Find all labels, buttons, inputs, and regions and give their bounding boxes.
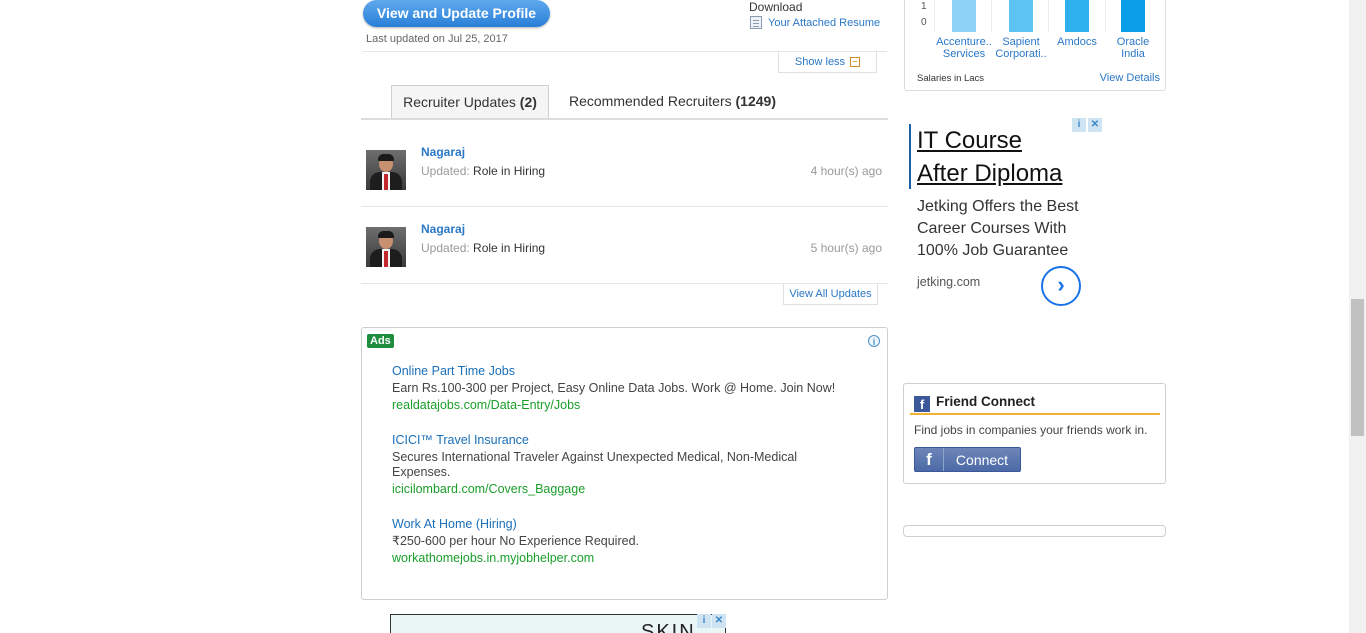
collapse-icon: − bbox=[850, 56, 861, 67]
ad-title-link[interactable]: Online Part Time Jobs bbox=[392, 364, 852, 378]
tab-count: (1249) bbox=[735, 93, 776, 109]
scrollbar[interactable] bbox=[1349, 0, 1366, 633]
ad-item: ICICI™ Travel Insurance Secures Internat… bbox=[392, 433, 852, 496]
ad-url-link[interactable]: realdatajobs.com/Data-Entry/Jobs bbox=[392, 398, 852, 412]
recruiter-name-link[interactable]: Nagaraj bbox=[421, 145, 465, 159]
ad-url-link[interactable]: icicilombard.com/Covers_Baggage bbox=[392, 482, 852, 496]
friend-connect-title: Friend Connect bbox=[936, 394, 1036, 409]
view-all-updates-button[interactable]: View All Updates bbox=[783, 284, 878, 305]
update-row: Nagaraj Updated: Role in Hiring 5 hour(s… bbox=[361, 208, 888, 284]
attached-resume-label: Your Attached Resume bbox=[768, 16, 881, 29]
tabs-underline bbox=[361, 118, 888, 120]
tab-recruiter-updates[interactable]: Recruiter Updates (2) bbox=[391, 85, 549, 118]
connect-label: Connect bbox=[955, 451, 1009, 468]
attached-resume-link[interactable]: Your Attached Resume bbox=[750, 16, 880, 29]
company-label-oracle[interactable]: Oracle India bbox=[1103, 36, 1163, 60]
ads-box: Ads i Online Part Time Jobs Earn Rs.100-… bbox=[361, 327, 888, 600]
ad-accent-bar bbox=[909, 124, 911, 189]
title-underline bbox=[910, 413, 1160, 415]
last-updated-text: Last updated on Jul 25, 2017 bbox=[366, 33, 508, 45]
update-detail: Role in Hiring bbox=[473, 164, 546, 178]
salary-bar bbox=[1121, 0, 1145, 32]
info-icon[interactable]: i bbox=[868, 335, 880, 347]
view-update-profile-button[interactable]: View and Update Profile bbox=[363, 0, 550, 27]
update-prefix: Updated: bbox=[421, 164, 470, 178]
ad-description: Earn Rs.100-300 per Project, Easy Online… bbox=[392, 381, 836, 395]
update-time: 4 hour(s) ago bbox=[810, 164, 882, 178]
ad-headline-link[interactable]: IT Course After Diploma bbox=[917, 124, 1062, 190]
banner-ad-text: SKIN bbox=[641, 621, 696, 633]
tab-count: (2) bbox=[519, 94, 537, 110]
salary-bar bbox=[1065, 0, 1089, 32]
download-label: Download bbox=[749, 0, 803, 14]
update-prefix: Updated: bbox=[421, 241, 470, 255]
document-icon bbox=[750, 16, 762, 29]
salary-bar bbox=[1009, 0, 1033, 32]
ads-badge: Ads bbox=[367, 334, 394, 348]
salary-footer: Salaries in Lacs bbox=[917, 73, 985, 84]
ad-description: ₹250-600 per hour No Experience Required… bbox=[392, 534, 639, 548]
tab-label: Recruiter Updates bbox=[403, 94, 516, 110]
google-text-ad[interactable]: i ✕ IT Course After Diploma Jetking Offe… bbox=[904, 117, 1104, 317]
company-label-sapient[interactable]: Sapient Corporati.. bbox=[991, 36, 1051, 60]
update-text: Updated: Role in Hiring bbox=[421, 164, 545, 178]
adchoices-icon[interactable]: i bbox=[1072, 118, 1086, 132]
empty-widget bbox=[903, 525, 1166, 537]
y-tick: 1 bbox=[921, 1, 927, 12]
ad-url-link[interactable]: workathomejobs.in.myjobhelper.com bbox=[392, 551, 852, 565]
facebook-icon: f bbox=[914, 396, 930, 412]
ad-item: Work At Home (Hiring) ₹250-600 per hour … bbox=[392, 517, 852, 565]
avatar[interactable] bbox=[366, 227, 406, 267]
close-ad-icon[interactable]: ✕ bbox=[1088, 118, 1102, 132]
update-text: Updated: Role in Hiring bbox=[421, 241, 545, 255]
update-time: 5 hour(s) ago bbox=[810, 241, 882, 255]
update-row: Nagaraj Updated: Role in Hiring 4 hour(s… bbox=[361, 131, 888, 207]
friend-connect-widget: f Friend Connect Find jobs in companies … bbox=[903, 383, 1166, 484]
friend-connect-desc: Find jobs in companies your friends work… bbox=[914, 423, 1148, 437]
scrollbar-thumb[interactable] bbox=[1351, 299, 1364, 436]
facebook-icon: f bbox=[915, 448, 944, 471]
ad-description: Jetking Offers the Best Career Courses W… bbox=[917, 198, 1079, 259]
company-label-accenture[interactable]: Accenture.. Services bbox=[934, 36, 994, 60]
tab-recommended-recruiters[interactable]: Recommended Recruiters (1249) bbox=[569, 85, 776, 118]
avatar[interactable] bbox=[366, 150, 406, 190]
ad-domain: jetking.com bbox=[917, 275, 981, 289]
ad-title-link[interactable]: Work At Home (Hiring) bbox=[392, 517, 852, 531]
close-ad-icon[interactable]: ✕ bbox=[712, 614, 726, 628]
ad-description: Secures International Traveler Against U… bbox=[392, 450, 798, 479]
show-less-button[interactable]: Show less − bbox=[778, 51, 877, 73]
y-tick: 0 bbox=[921, 17, 927, 28]
banner-ad[interactable]: SKIN bbox=[390, 614, 726, 633]
adchoices-icon[interactable]: i bbox=[697, 614, 711, 628]
company-label-amdocs[interactable]: Amdocs bbox=[1047, 36, 1107, 48]
view-details-link[interactable]: View Details bbox=[1100, 72, 1160, 84]
facebook-connect-button[interactable]: f Connect bbox=[914, 447, 1021, 472]
chevron-right-icon[interactable]: › bbox=[1041, 266, 1081, 306]
ad-item: Online Part Time Jobs Earn Rs.100-300 pe… bbox=[392, 364, 852, 412]
tab-label: Recommended Recruiters bbox=[569, 93, 732, 109]
update-detail: Role in Hiring bbox=[473, 241, 546, 255]
salary-bar bbox=[952, 0, 976, 32]
show-less-label: Show less bbox=[794, 55, 846, 68]
ad-title-link[interactable]: ICICI™ Travel Insurance bbox=[392, 433, 852, 447]
salary-widget: 1 0 Accenture.. Services Sapient Corporati… bbox=[904, 0, 1166, 91]
recruiter-name-link[interactable]: Nagaraj bbox=[421, 222, 465, 236]
